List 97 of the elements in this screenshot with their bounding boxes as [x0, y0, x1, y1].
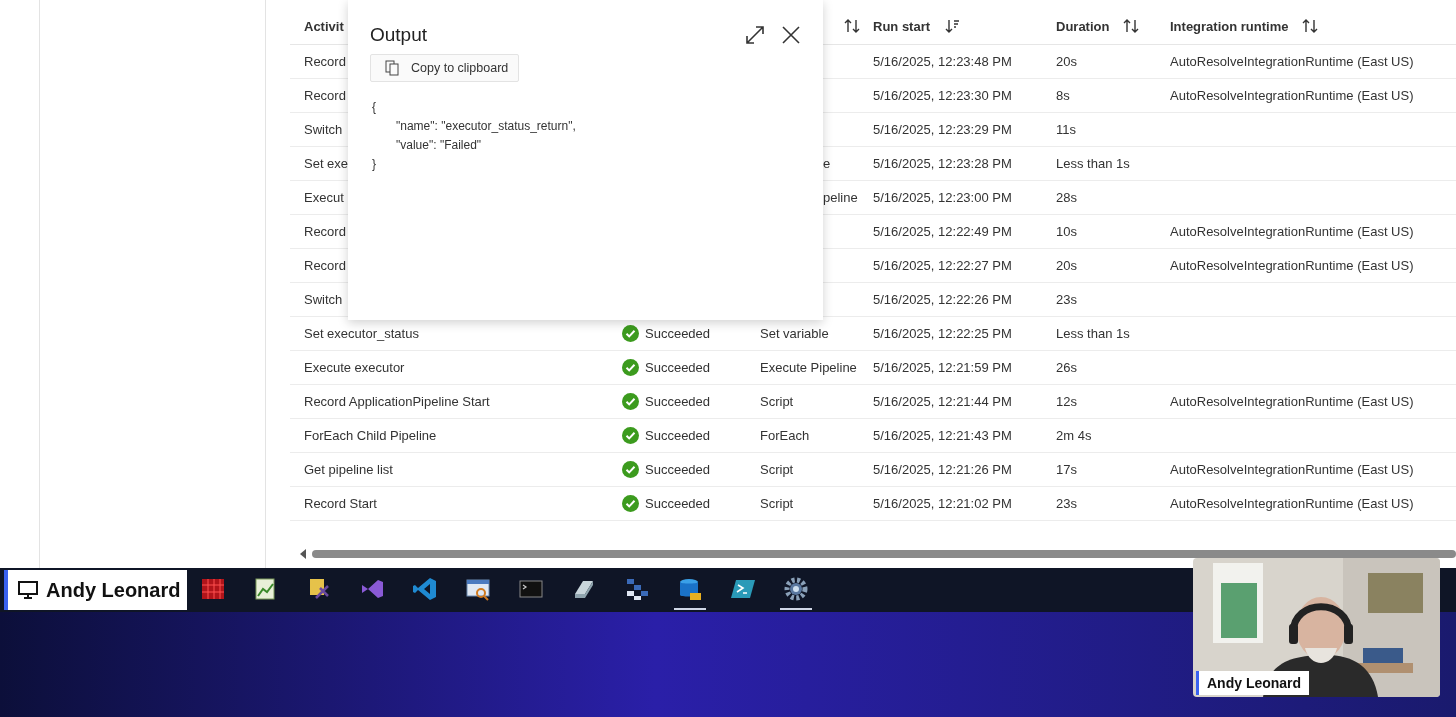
activity-name: ForEach Child Pipeline [304, 428, 437, 443]
activity-type: Script [760, 496, 794, 511]
status-text: Succeeded [645, 462, 711, 477]
column-header[interactable]: Run start [873, 18, 931, 34]
code-line: "value": "Failed" [395, 137, 483, 154]
activity-type: Set variable [760, 326, 829, 341]
activity-name: Set executor_status [304, 326, 419, 341]
grid-icon[interactable] [200, 576, 226, 602]
activity-type: Execute Pipeline [760, 360, 857, 375]
scroll-left-icon[interactable] [300, 549, 306, 559]
run-start: 5/16/2025, 12:22:25 PM [873, 326, 1012, 341]
magnifier-window-icon[interactable] [465, 576, 491, 602]
activity-type: Script [760, 462, 794, 477]
status-text: Succeeded [645, 394, 711, 409]
code-editor-icon[interactable] [412, 576, 438, 602]
status-text: Succeeded [645, 360, 711, 375]
sort-icon[interactable] [1302, 18, 1319, 34]
run-start: 5/16/2025, 12:21:26 PM [873, 462, 1012, 477]
run-start: 5/16/2025, 12:21:59 PM [873, 360, 1012, 375]
database-icon[interactable] [677, 576, 703, 602]
duration: 23s [1056, 292, 1077, 307]
code-line: "name": "executor_status_return", [395, 118, 577, 135]
activity-name: Execute executor [304, 360, 405, 375]
duration: Less than 1s [1056, 156, 1130, 171]
activity-name: Record ApplicationPipeline Start [304, 394, 490, 409]
run-start: 5/16/2025, 12:22:27 PM [873, 258, 1012, 273]
settings-icon[interactable] [783, 576, 809, 602]
status-text: Succeeded [645, 428, 711, 443]
run-start: 5/16/2025, 12:23:48 PM [873, 54, 1012, 69]
scrollbar-thumb[interactable] [312, 550, 1456, 558]
sort-icon[interactable] [844, 18, 860, 34]
copy-icon [385, 60, 399, 76]
status-text: Succeeded [645, 496, 711, 511]
duration: 23s [1056, 496, 1077, 511]
close-icon[interactable] [781, 25, 801, 45]
duration: 11s [1056, 122, 1076, 137]
success-icon [622, 461, 639, 478]
column-header[interactable]: Activit [304, 18, 344, 34]
duration: 12s [1056, 394, 1077, 409]
run-start: 5/16/2025, 12:23:29 PM [873, 122, 1012, 137]
duration: 17s [1056, 462, 1077, 477]
duration: 20s [1056, 54, 1077, 69]
sort-descending-icon[interactable] [944, 18, 961, 34]
success-icon [622, 427, 639, 444]
column-header[interactable]: Integration runtime [1170, 18, 1289, 34]
run-start: 5/16/2025, 12:23:30 PM [873, 88, 1012, 103]
success-icon [622, 359, 639, 376]
duration: 20s [1056, 258, 1077, 273]
run-start: 5/16/2025, 12:23:00 PM [873, 190, 1012, 205]
run-start: 5/16/2025, 12:21:44 PM [873, 394, 1012, 409]
activity-type: e [823, 156, 831, 171]
run-start: 5/16/2025, 12:21:43 PM [873, 428, 1012, 443]
activity-name: Switch [304, 292, 343, 307]
expand-icon[interactable] [745, 25, 765, 45]
activity-name: Get pipeline list [304, 462, 393, 477]
integration-runtime: AutoResolveIntegrationRuntime (East US) [1170, 394, 1414, 409]
activity-name: Record Start [304, 496, 377, 511]
activity-name: Record [304, 258, 346, 273]
panel-title: Output [370, 24, 428, 46]
copy-button[interactable]: Copy to clipboard [370, 54, 520, 82]
monitor-icon [18, 581, 38, 599]
duration: 28s [1056, 190, 1077, 205]
activity-name: Set exe [304, 156, 349, 171]
column-header[interactable]: Duration [1056, 18, 1110, 34]
blocks-icon[interactable] [624, 576, 650, 602]
activity-type: ForEach [760, 428, 810, 443]
run-start: 5/16/2025, 12:21:02 PM [873, 496, 1012, 511]
integration-runtime: AutoResolveIntegrationRuntime (East US) [1170, 224, 1414, 239]
integration-runtime: AutoResolveIntegrationRuntime (East US) [1170, 54, 1414, 69]
duration: 10s [1056, 224, 1077, 239]
activity-name: Switch [304, 122, 343, 137]
activity-name: Record [304, 224, 346, 239]
duration: 8s [1056, 88, 1070, 103]
activity-name: Record [304, 54, 346, 69]
duration: Less than 1s [1056, 326, 1130, 341]
activity-name: Record [304, 88, 346, 103]
integration-runtime: AutoResolveIntegrationRuntime (East US) [1170, 88, 1414, 103]
duration: 26s [1056, 360, 1077, 375]
integration-runtime: AutoResolveIntegrationRuntime (East US) [1170, 462, 1414, 477]
success-icon [622, 393, 639, 410]
integration-runtime: AutoResolveIntegrationRuntime (East US) [1170, 496, 1414, 511]
run-start: 5/16/2025, 12:22:26 PM [873, 292, 1012, 307]
success-icon [622, 325, 639, 342]
sort-icon[interactable] [1123, 18, 1140, 34]
participant-name: Andy Leonard [1196, 671, 1310, 695]
run-start: 5/16/2025, 12:23:28 PM [873, 156, 1012, 171]
activity-type: Script [760, 394, 794, 409]
run-start: 5/16/2025, 12:22:49 PM [873, 224, 1012, 239]
integration-runtime: AutoResolveIntegrationRuntime (East US) [1170, 258, 1414, 273]
presenter-name: Andy Leonard [46, 578, 181, 602]
duration: 2m 4s [1056, 428, 1092, 443]
activity-name: Execut [304, 190, 344, 205]
success-icon [622, 495, 639, 512]
code-line: } [371, 156, 377, 173]
status-text: Succeeded [645, 326, 711, 341]
code-line: { [371, 99, 377, 116]
activity-type: peline [823, 190, 858, 205]
